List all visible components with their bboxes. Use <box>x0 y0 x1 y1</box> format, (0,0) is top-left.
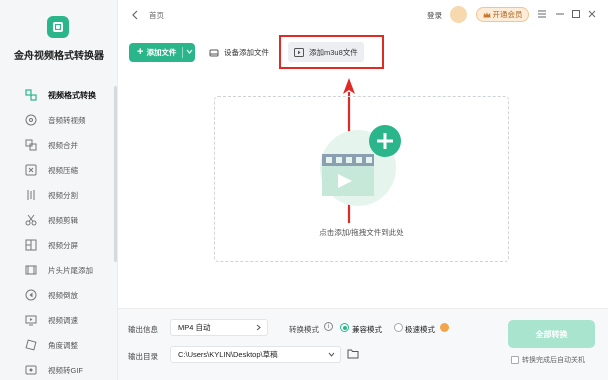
split-screen-icon <box>25 239 37 251</box>
maximize-icon[interactable] <box>571 9 581 19</box>
sidebar-item-label: 视频分屏 <box>48 241 78 250</box>
device-add-button[interactable]: 设备添加文件 <box>209 44 269 61</box>
plus-icon: + <box>137 46 144 58</box>
add-file-label: 添加文件 <box>146 48 177 57</box>
folder-icon[interactable] <box>347 348 359 359</box>
sidebar-item-label: 视频剪辑 <box>48 216 78 225</box>
sidebar-item-split[interactable]: 视频分割 <box>0 183 118 208</box>
vip-button[interactable]: 开通会员 <box>476 7 529 22</box>
convert-mode-label: 转换模式 <box>289 325 319 334</box>
minimize-icon[interactable] <box>555 9 565 19</box>
compatible-mode-label[interactable]: 兼容模式 <box>352 324 382 335</box>
convert-all-button[interactable]: 全部转换 <box>508 320 595 348</box>
sidebar: 金舟视频格式转换器 视频格式转换 音频转视频 视频合并 视频压缩 视频分割 视频… <box>0 0 118 380</box>
fast-mode-radio[interactable] <box>394 323 403 332</box>
sidebar-item-label: 片头片尾添加 <box>48 266 93 275</box>
device-add-label: 设备添加文件 <box>224 48 269 57</box>
sidebar-item-rotate[interactable]: 角度调整 <box>0 333 118 358</box>
crown-icon <box>483 11 491 19</box>
scissors-icon <box>25 214 37 226</box>
sidebar-nav: 视频格式转换 音频转视频 视频合并 视频压缩 视频分割 视频剪辑 视频分屏 片头… <box>0 83 118 380</box>
sidebar-item-label: 视频格式转换 <box>48 91 96 100</box>
shutdown-label[interactable]: 转换完成后自动关机 <box>522 355 585 365</box>
output-dir-value: C:\Users\KYLIN\Desktop\草稿 <box>178 350 278 359</box>
merge-icon <box>25 139 37 151</box>
chevron-down-icon[interactable] <box>186 48 193 55</box>
sidebar-item-label: 视频分割 <box>48 191 78 200</box>
sidebar-item-label: 视频合并 <box>48 141 78 150</box>
film-icon <box>25 264 37 276</box>
annotation-highlight-box <box>279 35 384 69</box>
disc-icon <box>25 114 37 126</box>
back-arrow-icon[interactable] <box>130 10 140 20</box>
info-icon[interactable]: i <box>324 322 333 331</box>
speed-icon <box>25 314 37 326</box>
output-dir-select[interactable]: C:\Users\KYLIN\Desktop\草稿 <box>170 346 341 363</box>
output-dir-label: 输出目录 <box>128 352 158 361</box>
sidebar-item-speed[interactable]: 视频调速 <box>0 308 118 333</box>
close-icon[interactable] <box>587 9 597 19</box>
sidebar-item-gif[interactable]: 视频转GIF <box>0 358 118 380</box>
gif-icon <box>25 364 37 376</box>
sidebar-item-compress[interactable]: 视频压缩 <box>0 158 118 183</box>
shutdown-checkbox[interactable] <box>511 356 519 364</box>
sidebar-item-intro-outro[interactable]: 片头片尾添加 <box>0 258 118 283</box>
sidebar-item-merge[interactable]: 视频合并 <box>0 133 118 158</box>
login-link[interactable]: 登录 <box>427 10 442 21</box>
sidebar-item-edit[interactable]: 视频剪辑 <box>0 208 118 233</box>
sidebar-item-label: 视频压缩 <box>48 166 78 175</box>
menu-icon[interactable] <box>537 9 547 19</box>
breadcrumb[interactable]: 首页 <box>149 10 164 21</box>
fast-mode-label[interactable]: 极速模式 <box>405 324 435 335</box>
compress-icon <box>25 164 37 176</box>
sidebar-item-audio-to-video[interactable]: 音频转视频 <box>0 108 118 133</box>
chevron-right-icon <box>255 324 262 331</box>
output-info-label: 输出信息 <box>128 325 158 334</box>
avatar[interactable] <box>450 6 467 23</box>
sidebar-item-label: 视频转GIF <box>48 366 83 375</box>
add-video-illustration-icon <box>320 125 401 206</box>
sidebar-item-label: 角度调整 <box>48 341 78 350</box>
sidebar-item-reverse[interactable]: 视频倒放 <box>0 283 118 308</box>
vip-badge-icon <box>440 323 449 332</box>
output-format-value: MP4 自动 <box>178 323 211 332</box>
button-divider <box>182 47 183 58</box>
device-icon <box>209 48 219 58</box>
sidebar-item-format-convert[interactable]: 视频格式转换 <box>0 83 118 108</box>
reverse-icon <box>25 289 37 301</box>
vip-button-label: 开通会员 <box>492 10 523 19</box>
compatible-mode-radio[interactable] <box>340 323 349 332</box>
sidebar-item-split-screen[interactable]: 视频分屏 <box>0 233 118 258</box>
chevron-down-icon <box>328 351 335 358</box>
sidebar-item-label: 音频转视频 <box>48 116 86 125</box>
app-title: 金舟视频格式转换器 <box>14 51 104 62</box>
sidebar-item-label: 视频调速 <box>48 316 78 325</box>
app-logo-icon <box>47 16 69 38</box>
output-format-select[interactable]: MP4 自动 <box>170 319 268 336</box>
drop-hint: 点击添加/拖拽文件到此处 <box>319 228 404 237</box>
convert-icon <box>25 89 37 101</box>
rotate-icon <box>25 339 37 351</box>
split-icon <box>25 189 37 201</box>
top-bar: 首页 登录 开通会员 <box>118 0 608 30</box>
sidebar-scrollbar[interactable] <box>114 86 117 262</box>
add-file-button[interactable]: + 添加文件 <box>129 43 195 62</box>
sidebar-item-label: 视频倒放 <box>48 291 78 300</box>
